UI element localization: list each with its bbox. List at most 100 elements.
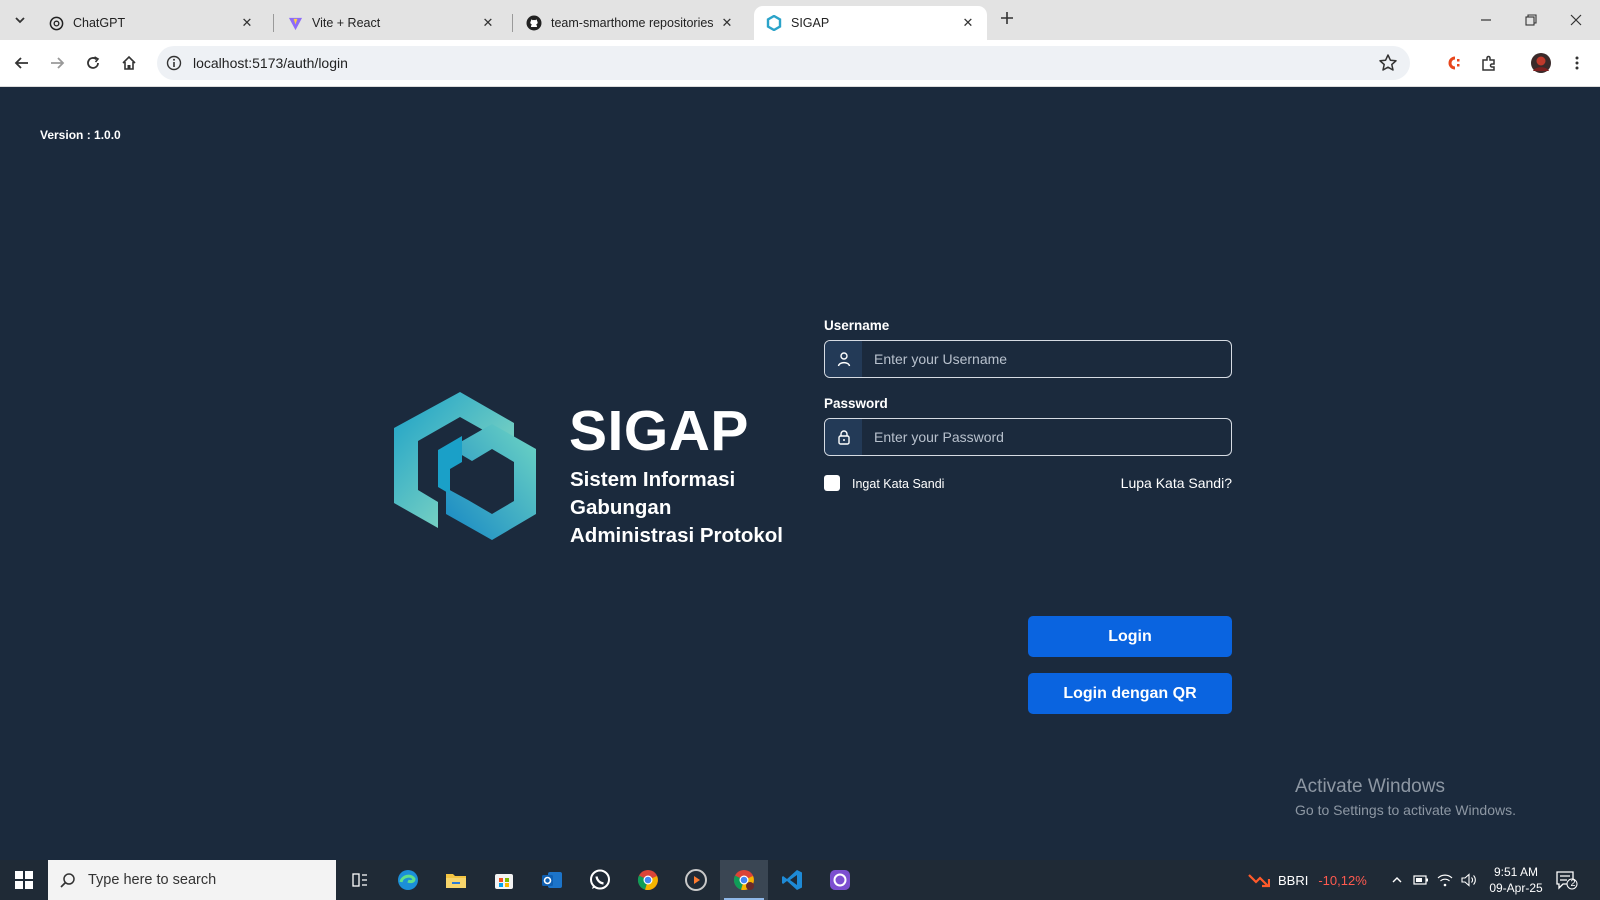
tab-label: ChatGPT xyxy=(73,16,126,30)
minimize-icon xyxy=(1481,19,1491,21)
remember-checkbox[interactable] xyxy=(824,475,840,491)
chrome-icon[interactable] xyxy=(624,860,672,900)
stock-widget[interactable]: BBRI -10,12% xyxy=(1248,872,1367,888)
forgot-password-link[interactable]: Lupa Kata Sandi? xyxy=(1121,475,1232,491)
stock-ticker: BBRI xyxy=(1278,872,1309,888)
clock-date: 09-Apr-25 xyxy=(1489,881,1543,895)
watermark-subtitle: Go to Settings to activate Windows. xyxy=(1295,802,1516,818)
more-vertical-icon xyxy=(1575,56,1579,70)
remember-row: Ingat Kata Sandi Lupa Kata Sandi? xyxy=(824,475,1232,493)
extension-c-icon xyxy=(1448,56,1460,70)
close-icon[interactable]: ✕ xyxy=(238,14,256,32)
microsoft-store-icon[interactable] xyxy=(480,860,528,900)
arrow-right-icon xyxy=(51,57,65,69)
wifi-icon[interactable] xyxy=(1437,872,1453,888)
close-icon[interactable]: ✕ xyxy=(718,14,736,32)
github-icon xyxy=(526,15,542,31)
password-input[interactable] xyxy=(862,419,1231,455)
login-button[interactable]: Login xyxy=(1028,616,1232,657)
start-button[interactable] xyxy=(0,860,48,900)
version-text: Version : 1.0.0 xyxy=(40,128,121,142)
search-icon xyxy=(48,871,88,889)
chatgpt-icon xyxy=(48,15,64,31)
edge-icon[interactable] xyxy=(384,860,432,900)
windows-logo-icon xyxy=(15,871,33,889)
puzzle-icon xyxy=(1482,55,1495,71)
forward-button[interactable] xyxy=(44,50,70,76)
notification-count: 2 xyxy=(1570,878,1576,888)
outlook-icon[interactable] xyxy=(528,860,576,900)
new-tab-button[interactable] xyxy=(996,9,1018,31)
extension-c-button[interactable] xyxy=(1440,50,1466,76)
brand-subtitle-line: Administrasi Protokol xyxy=(570,524,784,547)
task-view-icon[interactable] xyxy=(336,860,384,900)
vite-icon xyxy=(287,15,303,31)
brand-subtitle-line: Gabungan xyxy=(570,496,672,519)
minimize-button[interactable] xyxy=(1474,8,1498,32)
back-button[interactable] xyxy=(9,50,35,76)
browser-menu-button[interactable] xyxy=(1564,50,1590,76)
plus-icon xyxy=(1001,12,1013,24)
browser-tab-strip: ChatGPT ✕ Vite + React ✕ team-smarthome … xyxy=(0,0,1600,40)
arrow-left-icon xyxy=(14,57,28,69)
tab-chatgpt[interactable]: ChatGPT ✕ xyxy=(36,6,266,40)
tab-separator xyxy=(512,14,513,32)
profile-button[interactable] xyxy=(1528,50,1554,76)
login-page: Version : 1.0.0 SIGAP Sistem Informasi G… xyxy=(0,87,1600,860)
volume-icon[interactable] xyxy=(1461,872,1477,888)
lock-icon xyxy=(825,419,862,455)
username-input[interactable] xyxy=(862,341,1231,377)
reload-icon xyxy=(87,56,100,69)
reload-button[interactable] xyxy=(80,50,106,76)
tab-separator xyxy=(273,14,274,32)
taskbar-clock[interactable]: 9:51 AM 09-Apr-25 xyxy=(1486,864,1546,896)
home-button[interactable] xyxy=(116,50,142,76)
tab-label: team-smarthome repositories xyxy=(551,16,714,30)
home-icon xyxy=(122,55,136,70)
site-info-icon[interactable] xyxy=(166,55,182,71)
github-desktop-icon[interactable] xyxy=(816,860,864,900)
password-label: Password xyxy=(824,396,888,411)
tab-github[interactable]: team-smarthome repositories ✕ xyxy=(514,6,746,40)
remember-label[interactable]: Ingat Kata Sandi xyxy=(852,477,944,491)
whatsapp-icon[interactable] xyxy=(576,860,624,900)
login-form: Username Password Ingat Kata Sandi Lupa … xyxy=(824,318,1232,714)
restore-icon xyxy=(1525,14,1537,26)
close-window-button[interactable] xyxy=(1564,8,1588,32)
browser-toolbar: localhost:5173/auth/login xyxy=(0,40,1600,87)
bookmark-star-icon[interactable] xyxy=(1378,53,1398,73)
chrome-profile-icon[interactable] xyxy=(720,860,768,900)
notification-center-button[interactable]: 2 xyxy=(1556,870,1578,890)
extensions-button[interactable] xyxy=(1476,50,1502,76)
tab-search-button[interactable] xyxy=(8,8,32,32)
tab-label: SIGAP xyxy=(791,16,830,30)
taskbar-search-box[interactable]: Type here to search xyxy=(48,860,336,900)
avatar xyxy=(1531,53,1551,73)
windows-taskbar: Type here to search BBRI -10,12% 9:51 AM… xyxy=(0,860,1600,900)
vscode-icon[interactable] xyxy=(768,860,816,900)
login-qr-button[interactable]: Login dengan QR xyxy=(1028,673,1232,714)
tab-sigap[interactable]: SIGAP ✕ xyxy=(754,6,987,40)
sigap-icon xyxy=(766,15,782,31)
clock-time: 9:51 AM xyxy=(1493,865,1539,879)
battery-icon[interactable] xyxy=(1413,872,1429,888)
file-explorer-icon[interactable] xyxy=(432,860,480,900)
restore-button[interactable] xyxy=(1519,8,1543,32)
stock-trend-icon xyxy=(1248,874,1270,888)
tab-vite-react[interactable]: Vite + React ✕ xyxy=(275,6,507,40)
brand-title: SIGAP xyxy=(569,399,749,463)
password-field-wrapper xyxy=(824,418,1232,456)
watermark-title: Activate Windows xyxy=(1295,776,1445,797)
address-bar[interactable]: localhost:5173/auth/login xyxy=(157,46,1410,80)
tab-label: Vite + React xyxy=(312,16,381,30)
media-player-icon[interactable] xyxy=(672,860,720,900)
close-icon[interactable]: ✕ xyxy=(959,14,977,32)
brand-subtitle: Sistem Informasi Gabungan Administrasi P… xyxy=(570,466,810,550)
search-placeholder: Type here to search xyxy=(88,872,217,888)
sigap-logo-icon xyxy=(394,392,536,540)
url-text[interactable]: localhost:5173/auth/login xyxy=(193,55,348,71)
brand-subtitle-line: Sistem Informasi xyxy=(570,468,736,491)
tray-chevron-up-icon[interactable] xyxy=(1389,872,1405,888)
close-icon[interactable]: ✕ xyxy=(479,14,497,32)
chevron-down-icon xyxy=(15,17,25,24)
